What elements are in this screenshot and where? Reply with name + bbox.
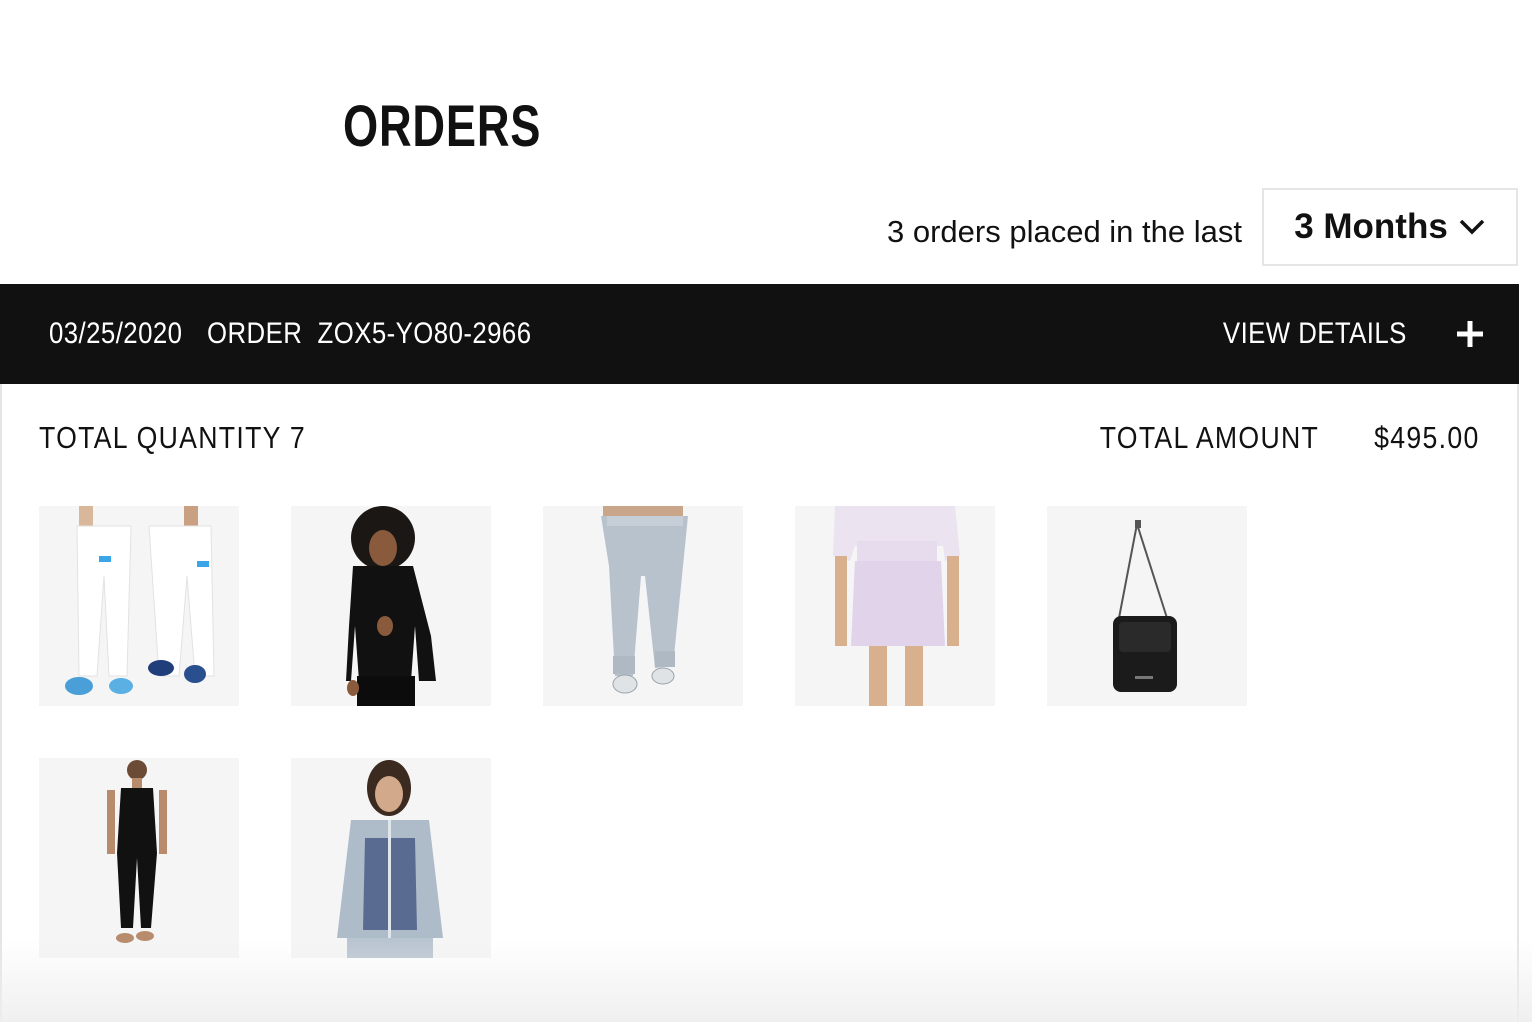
product-thumbnail[interactable] xyxy=(795,506,995,706)
total-amount-value: $495.00 xyxy=(1374,420,1480,455)
order-date: 03/25/2020 xyxy=(49,317,183,350)
order-number: ZOX5-YO80-2966 xyxy=(317,317,532,350)
order-card: TOTAL QUANTITY 7 TOTAL AMOUNT $495.00 xyxy=(0,384,1519,1022)
chevron-down-icon xyxy=(1458,217,1486,237)
order-id: ORDER ZOX5-YO80-2966 xyxy=(207,317,531,351)
plus-icon[interactable] xyxy=(1455,319,1485,349)
black-hoodie-image xyxy=(291,506,491,706)
order-filter: 3 orders placed in the last 3 Months xyxy=(887,188,1518,266)
lavender-skirt-image xyxy=(795,506,995,706)
view-details-link[interactable]: VIEW DETAILS xyxy=(1223,317,1407,351)
total-amount-label: TOTAL AMOUNT xyxy=(1099,420,1319,455)
product-thumbnail[interactable] xyxy=(1047,506,1247,706)
page-title: ORDERS xyxy=(343,94,542,159)
order-label: ORDER xyxy=(207,317,303,350)
product-thumbnail[interactable] xyxy=(291,758,491,958)
product-thumbnail[interactable] xyxy=(543,506,743,706)
black-jumpsuit-image xyxy=(39,758,239,958)
total-quantity: TOTAL QUANTITY 7 xyxy=(39,420,307,455)
product-thumbnail[interactable] xyxy=(39,506,239,706)
product-thumbnail[interactable] xyxy=(291,506,491,706)
blue-jacket-image xyxy=(291,758,491,958)
order-header-bar: 03/25/2020 ORDER ZOX5-YO80-2966 VIEW DET… xyxy=(0,284,1519,384)
product-thumbnail[interactable] xyxy=(39,758,239,958)
orders-page: ORDERS 3 orders placed in the last 3 Mon… xyxy=(0,0,1532,1022)
grey-joggers-image xyxy=(543,506,743,706)
period-dropdown[interactable]: 3 Months xyxy=(1262,188,1518,266)
crossbody-bag-image xyxy=(1047,506,1247,706)
period-dropdown-value: 3 Months xyxy=(1294,207,1448,246)
orders-count-text: 3 orders placed in the last xyxy=(887,214,1242,249)
white-joggers-image xyxy=(39,506,239,706)
